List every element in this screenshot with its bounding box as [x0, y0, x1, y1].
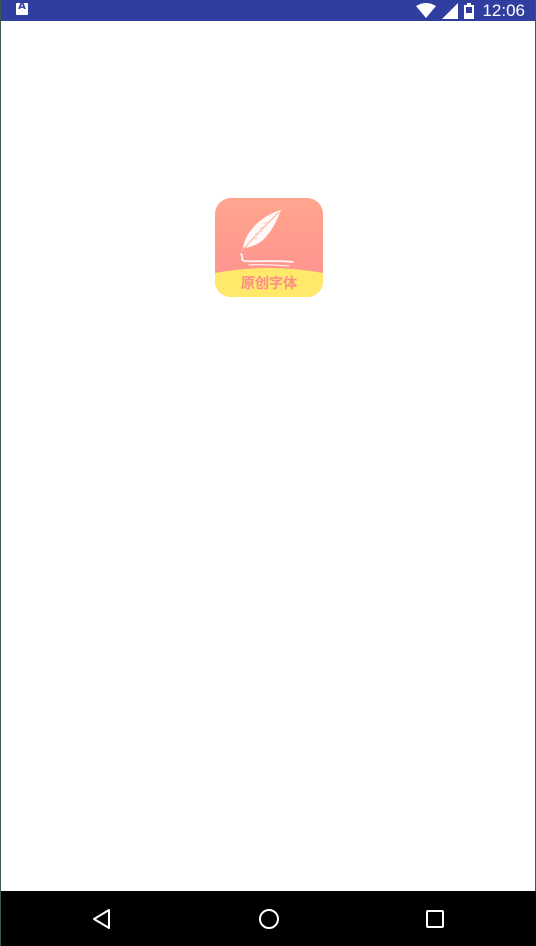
status-clock: 12:06: [482, 1, 525, 20]
back-button[interactable]: [72, 891, 132, 946]
back-triangle-icon: [93, 908, 110, 929]
app-logo: 原创字体: [215, 198, 323, 297]
wifi-icon: [416, 2, 437, 18]
recents-square-icon: [426, 909, 444, 928]
home-button[interactable]: [239, 891, 299, 946]
app-name-label: 原创字体: [241, 276, 297, 292]
recents-button[interactable]: [405, 891, 465, 946]
home-circle-icon: [259, 908, 279, 929]
status-bar: A 12:06: [1, 0, 535, 21]
splash-screen: A 12:06 原创字体: [0, 0, 536, 946]
notification-glyph: A: [18, 1, 26, 12]
a-notification-icon: A: [16, 1, 28, 15]
status-icons: 12:06: [416, 0, 525, 21]
navigation-bar: [1, 891, 536, 946]
cell-signal-icon: [442, 2, 459, 19]
battery-icon: [464, 2, 475, 19]
